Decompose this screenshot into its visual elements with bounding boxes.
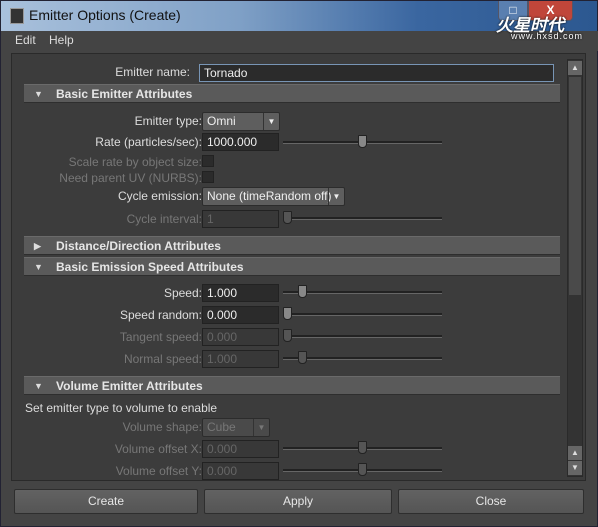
cycle-interval-slider[interactable] <box>283 211 442 224</box>
section-distance-direction[interactable]: ▶ Distance/Direction Attributes <box>24 236 560 255</box>
expanded-arrow-icon: ▼ <box>34 381 43 391</box>
volume-shape-label: Volume shape: <box>122 420 202 434</box>
offset-x-label: Volume offset X: <box>114 442 202 456</box>
scale-rate-checkbox[interactable] <box>202 155 214 167</box>
close-button[interactable]: Close <box>398 489 584 514</box>
section-emission-speed[interactable]: ▼ Basic Emission Speed Attributes <box>24 257 560 276</box>
chevron-down-icon: ▼ <box>253 419 269 436</box>
cycle-emission-label: Cycle emission: <box>117 189 202 203</box>
normal-speed-label: Normal speed: <box>123 352 202 366</box>
apply-button[interactable]: Apply <box>204 489 392 514</box>
need-parent-uv-checkbox[interactable] <box>202 171 214 183</box>
speed-input[interactable]: 1.000 <box>202 284 279 302</box>
scroll-up-icon[interactable]: ▲ <box>568 446 582 460</box>
emitter-name-label: Emitter name: <box>115 65 190 79</box>
speed-random-input[interactable]: 0.000 <box>202 306 279 324</box>
offset-x-input[interactable]: 0.000 <box>202 440 279 458</box>
volume-note: Set emitter type to volume to enable <box>25 401 218 415</box>
dropdown-value: Cube <box>207 420 236 434</box>
section-title: Distance/Direction Attributes <box>56 239 221 253</box>
emitter-name-input[interactable]: Tornado <box>199 64 554 82</box>
section-volume-emitter[interactable]: ▼ Volume Emitter Attributes <box>24 376 560 395</box>
section-title: Basic Emitter Attributes <box>56 87 193 101</box>
speed-random-label: Speed random: <box>119 308 202 322</box>
expanded-arrow-icon: ▼ <box>34 89 43 99</box>
speed-random-slider[interactable] <box>283 307 442 320</box>
watermark-url: www.hxsd.com <box>511 31 584 41</box>
offset-y-input[interactable]: 0.000 <box>202 462 279 480</box>
section-basic-emitter[interactable]: ▼ Basic Emitter Attributes <box>24 84 560 103</box>
menu-edit[interactable]: Edit <box>15 33 36 47</box>
tangent-speed-input[interactable]: 0.000 <box>202 328 279 346</box>
dropdown-value: None (timeRandom off) <box>207 189 332 203</box>
slider-thumb[interactable] <box>358 135 367 148</box>
slider-thumb[interactable] <box>283 307 292 320</box>
cycle-emission-dropdown[interactable]: None (timeRandom off) ▼ <box>202 187 345 206</box>
section-title: Basic Emission Speed Attributes <box>56 260 244 274</box>
speed-slider[interactable] <box>283 285 442 298</box>
collapsed-arrow-icon: ▶ <box>34 241 41 251</box>
emitter-type-label: Emitter type: <box>134 114 202 128</box>
emitter-options-window: Emitter Options (Create) □ X Edit Help 火… <box>0 0 598 527</box>
scroll-thumb[interactable] <box>569 77 581 295</box>
rate-input[interactable]: 1000.000 <box>202 133 279 151</box>
slider-thumb[interactable] <box>283 329 292 342</box>
rate-slider[interactable] <box>283 135 442 148</box>
chevron-down-icon: ▼ <box>263 113 279 130</box>
cycle-interval-label: Cycle interval: <box>126 212 202 226</box>
tangent-speed-slider[interactable] <box>283 329 442 342</box>
volume-shape-dropdown[interactable]: Cube ▼ <box>202 418 270 437</box>
maya-app-icon <box>10 8 24 24</box>
scroll-up-icon[interactable]: ▲ <box>568 61 582 75</box>
cycle-interval-input[interactable]: 1 <box>202 210 279 228</box>
chevron-down-icon: ▼ <box>328 188 344 205</box>
normal-speed-slider[interactable] <box>283 351 442 364</box>
normal-speed-input[interactable]: 1.000 <box>202 350 279 368</box>
offset-y-slider[interactable] <box>283 463 442 476</box>
slider-thumb[interactable] <box>283 211 292 224</box>
slider-thumb[interactable] <box>358 463 367 476</box>
slider-thumb[interactable] <box>298 351 307 364</box>
expanded-arrow-icon: ▼ <box>34 262 43 272</box>
menu-help[interactable]: Help <box>49 33 74 47</box>
need-parent-uv-label: Need parent UV (NURBS): <box>59 171 202 185</box>
slider-thumb[interactable] <box>358 441 367 454</box>
emitter-type-dropdown[interactable]: Omni ▼ <box>202 112 280 131</box>
dropdown-value: Omni <box>207 114 236 128</box>
section-title: Volume Emitter Attributes <box>56 379 203 393</box>
create-button[interactable]: Create <box>14 489 198 514</box>
window-title: Emitter Options (Create) <box>29 7 181 23</box>
tangent-speed-label: Tangent speed: <box>119 330 202 344</box>
slider-thumb[interactable] <box>298 285 307 298</box>
scroll-down-icon[interactable]: ▼ <box>568 461 582 475</box>
offset-y-label: Volume offset Y: <box>115 464 202 478</box>
rate-label: Rate (particles/sec): <box>95 135 202 149</box>
vertical-scrollbar[interactable]: ▲ ▲ ▼ <box>567 59 583 477</box>
options-panel: Emitter name: Tornado ▼ Basic Emitter Att… <box>11 53 586 481</box>
speed-label: Speed: <box>163 286 202 300</box>
offset-x-slider[interactable] <box>283 441 442 454</box>
